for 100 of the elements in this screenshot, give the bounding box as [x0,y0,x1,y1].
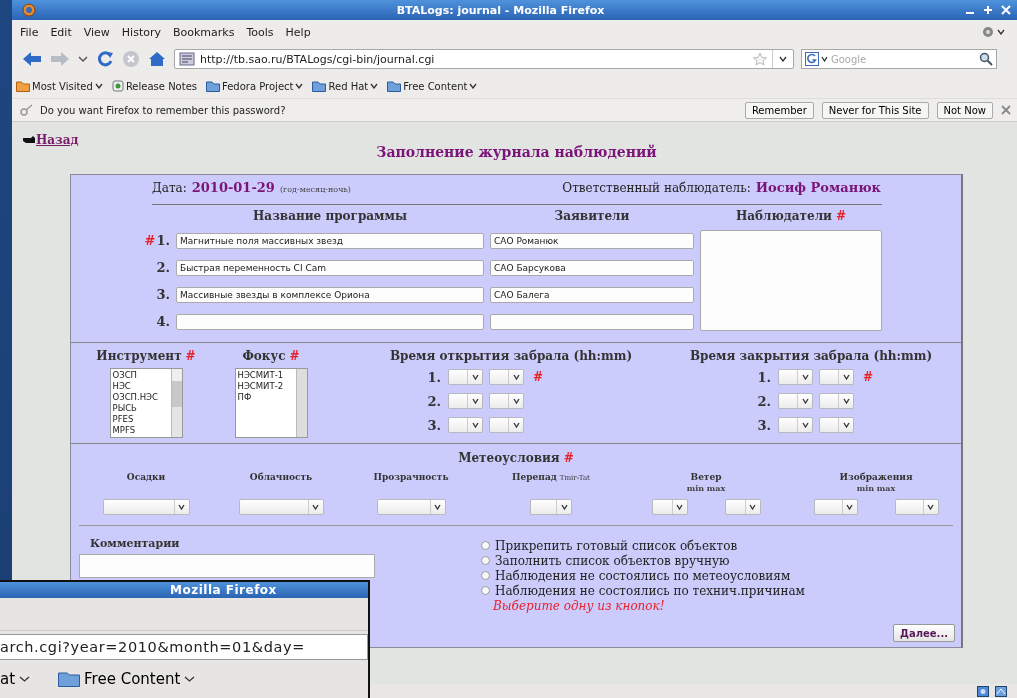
dropdown[interactable] [778,417,813,433]
text-area[interactable] [79,554,375,578]
field-note: min max [856,483,896,493]
address-bar[interactable]: http://tb.sao.ru/BTALogs/cgi-bin/journal.cgi [174,49,794,69]
bookmark-item[interactable]: Free Content [58,670,196,688]
radio-button[interactable] [481,571,490,580]
list-box[interactable]: НЭСМИТ-1 НЭСМИТ-2 ПФ [234,368,308,438]
menu-item[interactable]: Edit [44,24,78,40]
dropdown[interactable] [448,417,483,433]
dropdown[interactable] [489,393,524,409]
list-option[interactable]: ОЗСП [112,370,169,381]
list-option[interactable]: НЭСМИТ-1 [237,370,294,381]
scrollbar[interactable] [295,369,307,437]
stop-icon[interactable] [122,50,140,68]
back-icon[interactable] [22,51,42,67]
search-field[interactable]: Google [831,53,976,65]
bookmark-item[interactable]: Fedora Project [206,80,304,92]
caret-icon [749,504,756,510]
text-field[interactable]: Магнитные поля массивных звезд [176,232,484,249]
menu-item[interactable]: Tools [240,24,280,40]
dropdown[interactable] [448,393,483,409]
list-option[interactable]: ПФ [237,392,294,403]
caret-icon [801,422,809,428]
text-area[interactable] [700,230,882,331]
radio-label: Наблюдения не состоялись по технич.причинам [495,583,805,598]
bookmark-item[interactable]: Free Content [387,80,478,92]
radio-label: Заполнить список объектов вручную [495,553,730,568]
text-field[interactable] [176,313,484,330]
list-option[interactable]: MPFS [112,425,169,436]
list-option[interactable]: ОЗСП.НЭС [112,392,169,403]
dropdown[interactable] [724,499,761,515]
scrollbar[interactable] [170,369,182,437]
date-value: 2010-01-29 [191,179,275,195]
notification-button[interactable]: Remember [744,101,814,119]
menu-item[interactable]: View [77,24,116,40]
dropdown[interactable] [778,393,813,409]
column-heading: Заявители [554,209,630,223]
row-number: 2. [156,260,170,275]
dropdown[interactable] [651,499,688,515]
dropdown[interactable] [819,393,854,409]
dropdown[interactable] [489,417,524,433]
field-label: Прозрачность [373,472,449,482]
bookmark-item[interactable]: Most Visited [16,80,103,92]
bookmark-item[interactable]: at [0,670,31,688]
dropdown[interactable] [376,499,446,515]
close-icon[interactable] [1001,105,1011,115]
observer-name: Иосиф Романюк [755,179,881,195]
menu-item[interactable]: Help [279,24,317,40]
address-bar[interactable]: arch.cgi?year=2010&month=01&day= [0,634,368,660]
dropdown[interactable] [894,499,939,515]
caret-icon [821,56,828,62]
menu-item[interactable]: Bookmarks [167,24,241,40]
home-icon[interactable] [148,51,166,67]
star-icon[interactable] [753,52,767,66]
dropdown[interactable] [530,499,572,515]
list-option[interactable]: НЭСМИТ-2 [237,381,294,392]
dropdown[interactable] [819,417,854,433]
dropdown[interactable] [102,499,190,515]
globe-icon [22,3,36,17]
dropdown[interactable] [819,369,854,385]
list-option[interactable]: НЭС [112,381,169,392]
caret-icon[interactable] [78,54,88,64]
dropdown[interactable] [778,369,813,385]
required-mark: # [185,349,196,363]
activity-icon[interactable] [982,26,994,38]
search-bar[interactable]: Google [801,49,997,69]
notification-button[interactable]: Never for This Site [821,101,929,119]
radio-button[interactable] [481,556,490,565]
maximize-icon[interactable] [983,5,993,15]
text-field[interactable]: Массивные звезды в комплексе Ориона [176,286,484,303]
required-mark: # [836,209,847,223]
list-option[interactable]: РЫСЬ [112,403,169,414]
dropdown[interactable] [489,369,524,385]
text-field[interactable]: САО Романюк [490,232,694,249]
search-engine-icon[interactable] [805,52,819,66]
list-option[interactable]: PFES [112,414,169,425]
bookmark-item[interactable]: Release Notes [111,80,197,92]
radio-label: Наблюдения не состоялись по метеоусловиям [495,568,791,583]
bookmark-item[interactable]: Red Hat [312,80,379,92]
radio-button[interactable] [481,541,490,550]
text-field[interactable]: САО Балега [490,286,694,303]
text-field[interactable]: САО Барсукова [490,259,694,276]
search-icon[interactable] [979,52,993,66]
back-link[interactable]: Назад [22,130,79,150]
menu-item[interactable]: History [115,24,167,40]
next-button[interactable]: Далее... [893,624,955,642]
text-field[interactable] [490,313,694,330]
tray-icon [977,685,989,697]
reload-icon[interactable] [96,50,114,68]
list-box[interactable]: ОЗСП НЭС ОЗСП.НЭС РЫСЬ PFES MPFS [109,368,183,438]
menu-item[interactable]: File [14,24,45,40]
field-label: Время закрытия забрала (hh:mm) [689,349,933,363]
text-field[interactable]: Быстрая переменность CI Cam [176,259,484,276]
notification-button[interactable]: Not Now [936,101,993,119]
radio-button[interactable] [481,586,490,595]
tray-icon [995,685,1007,697]
dropdown[interactable] [813,499,858,515]
dropdown[interactable] [448,369,483,385]
date-label: Дата: [152,180,187,195]
dropdown[interactable] [238,499,324,515]
